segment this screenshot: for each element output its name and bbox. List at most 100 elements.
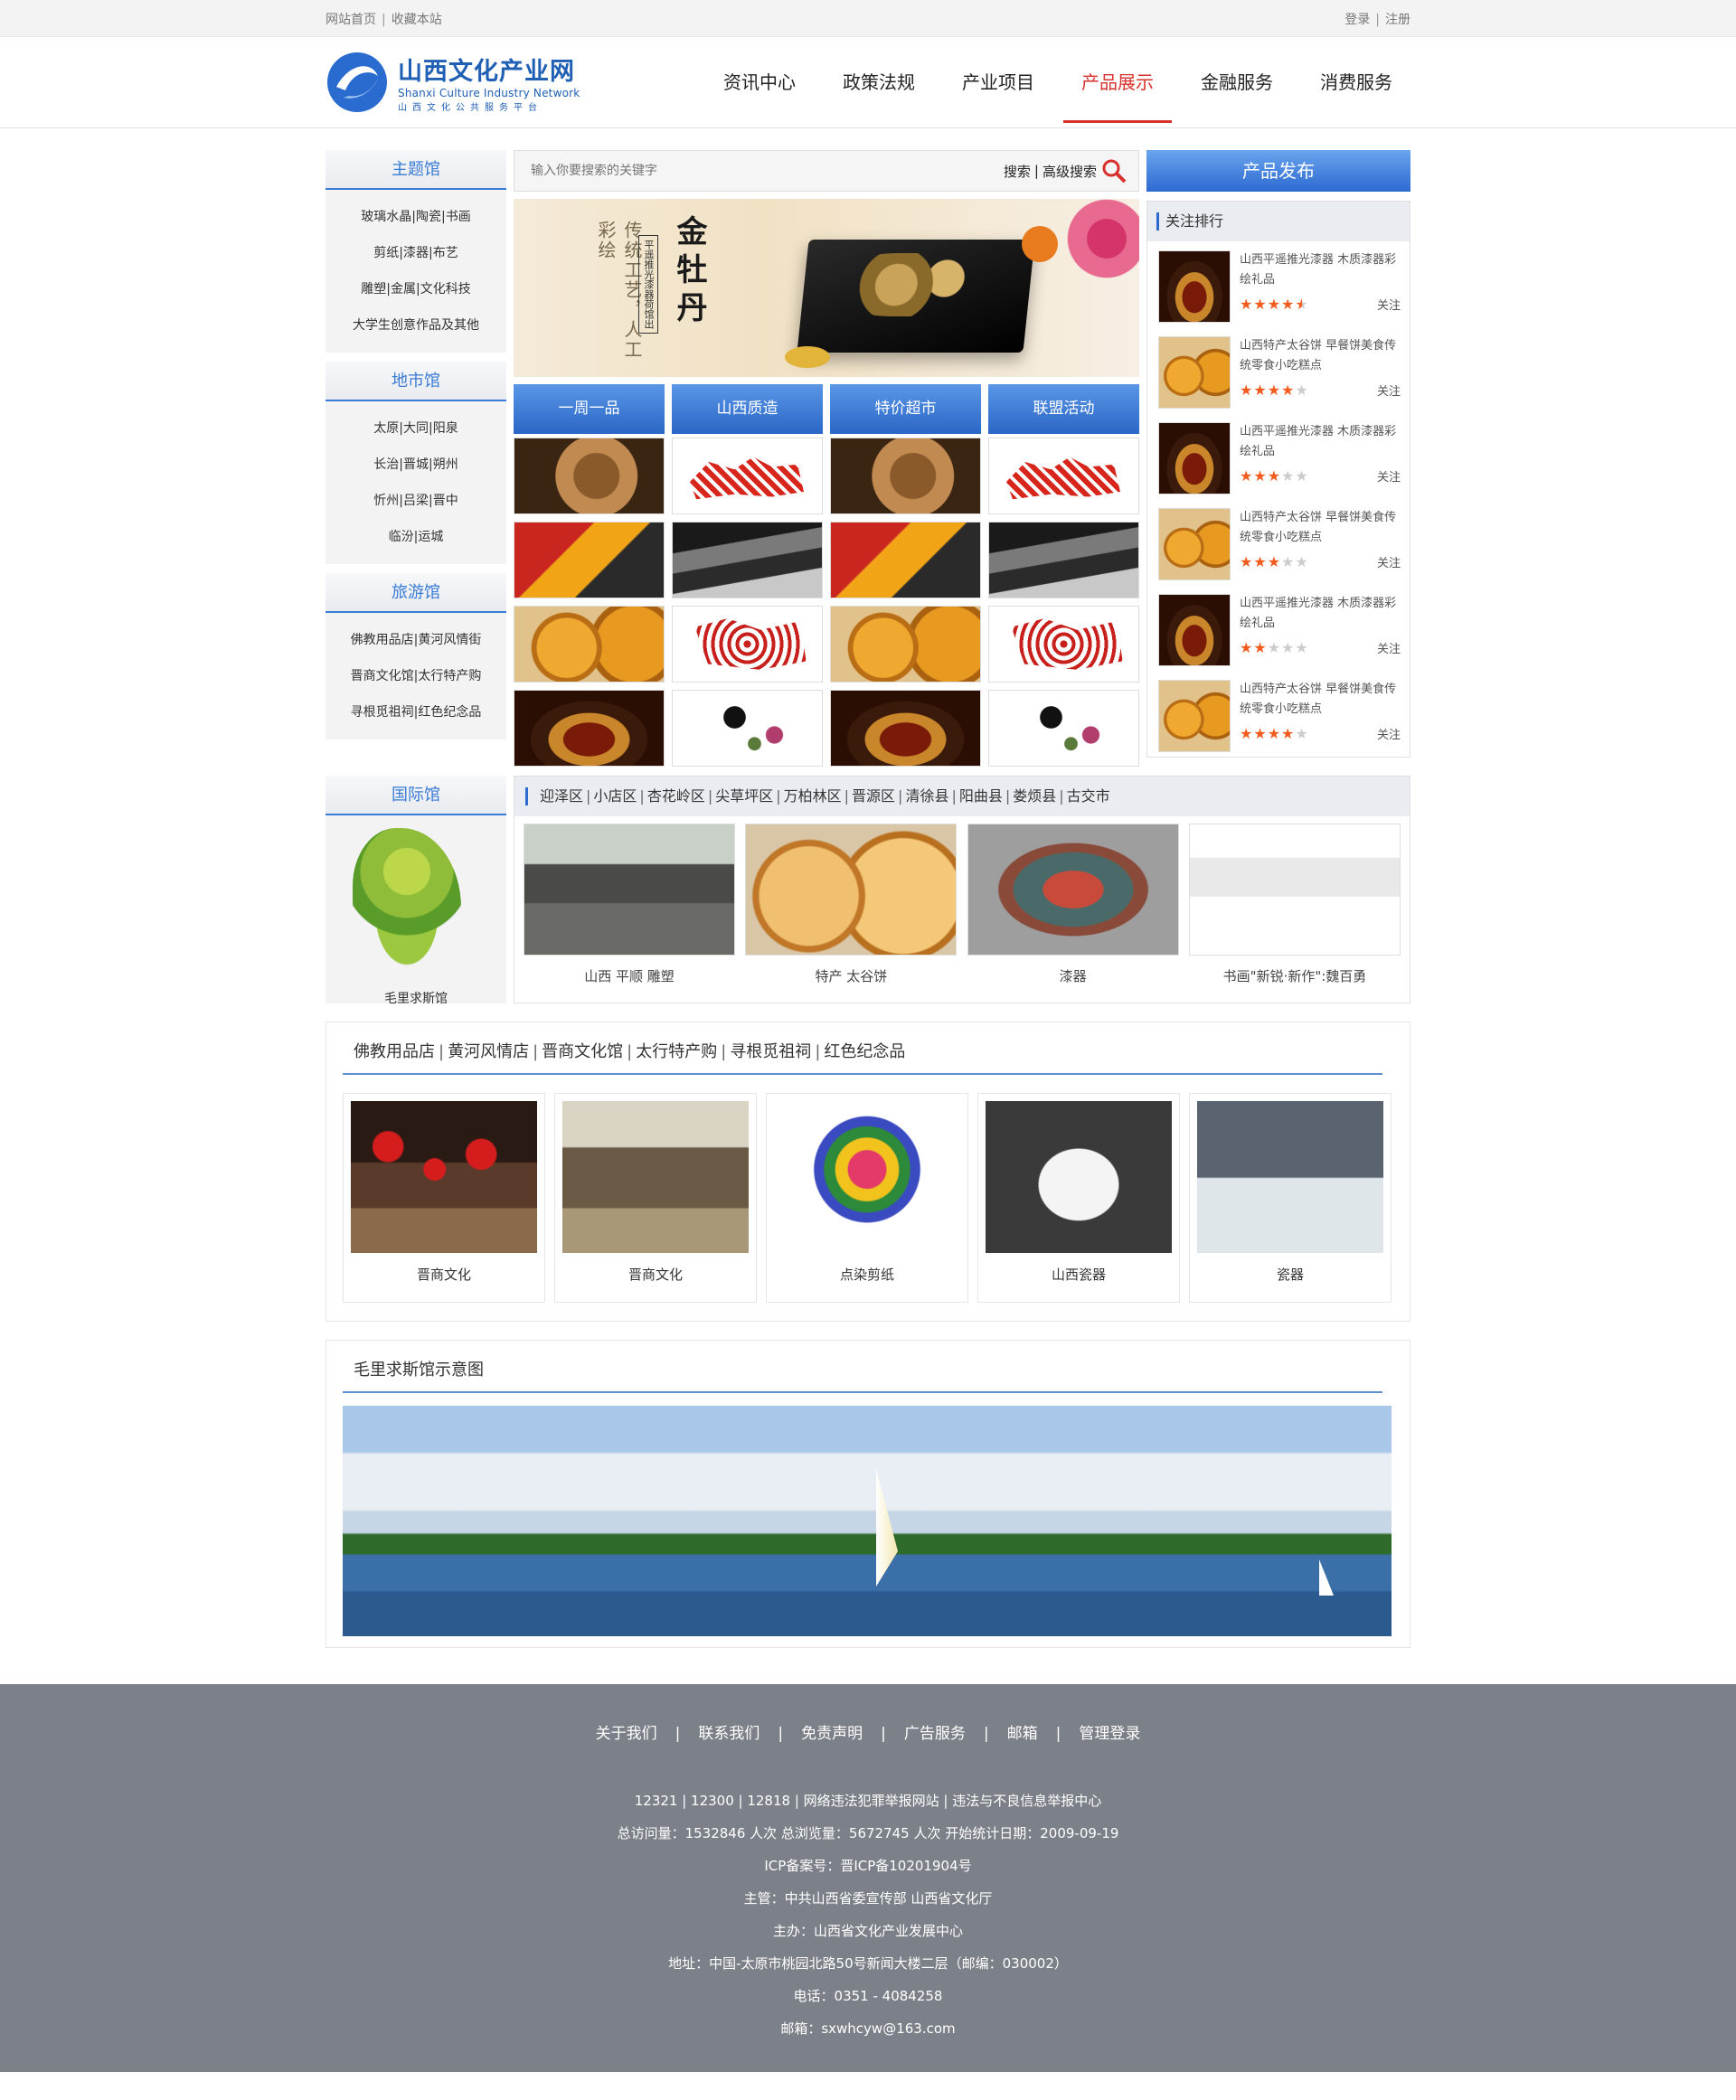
thumb-red-papercut[interactable] <box>988 606 1139 683</box>
ranking-item-name[interactable]: 山西特产太谷饼 早餐饼美食传统零食小吃糕点 <box>1240 508 1401 550</box>
district-product-image[interactable] <box>745 824 958 956</box>
district-link[interactable]: 晋源区 <box>852 787 895 805</box>
site-logo[interactable]: 山西文化产业网 Shanxi Culture Industry Network … <box>326 51 580 114</box>
tour-panel-link[interactable]: 晋商文化馆 <box>542 1042 623 1061</box>
publish-product-button[interactable]: 产品发布 <box>1146 150 1410 192</box>
gallery-item-image[interactable] <box>351 1101 537 1253</box>
city-hall-link[interactable]: 长治|晋城|朔州 <box>326 447 506 483</box>
thumb-taigu-cake[interactable] <box>830 606 981 683</box>
ranking-item-name[interactable]: 山西平遥推光漆器 木质漆器彩绘礼品 <box>1240 594 1401 636</box>
thumb-papercut-ox[interactable] <box>988 438 1139 514</box>
district-product[interactable]: 特产 太谷饼 <box>745 824 958 985</box>
thumb-bw-photo[interactable] <box>672 522 823 598</box>
follow-button[interactable]: 关注 <box>1377 381 1401 399</box>
district-link[interactable]: 娄烦县 <box>1013 787 1056 805</box>
advanced-search-button[interactable]: 高级搜索 <box>1043 162 1097 181</box>
ranking-item-image[interactable] <box>1158 336 1231 409</box>
search-icon[interactable] <box>1100 157 1127 184</box>
tour-panel-link[interactable]: 寻根觅祖祠 <box>730 1042 811 1061</box>
follow-button[interactable]: 关注 <box>1377 296 1401 313</box>
district-link[interactable]: 古交市 <box>1067 787 1110 805</box>
search-button[interactable]: 搜索 <box>1004 162 1031 181</box>
gallery-item-label[interactable]: 瓷器 <box>1197 1253 1383 1296</box>
ranking-item-name[interactable]: 山西特产太谷饼 早餐饼美食传统零食小吃糕点 <box>1240 336 1401 378</box>
ranking-item[interactable]: 山西平遥推光漆器 木质漆器彩绘礼品 ★★★★★ 关注 <box>1147 413 1410 499</box>
thumb-walnut[interactable] <box>830 438 981 514</box>
footer-link[interactable]: 广告服务 <box>904 1725 966 1743</box>
district-product-image[interactable] <box>524 824 735 956</box>
nav-item-1[interactable]: 政策法规 <box>825 42 933 123</box>
mauritius-label[interactable]: 毛里求斯馆 <box>326 989 506 1007</box>
home-link[interactable]: 网站首页 <box>326 13 376 27</box>
thumb-lacquer-bowl[interactable] <box>514 690 665 767</box>
tour-hall-link[interactable]: 佛教用品店|黄河风情街 <box>326 622 506 658</box>
footer-link[interactable]: 联系我们 <box>698 1725 760 1743</box>
thumb-papercut-ox[interactable] <box>672 438 823 514</box>
district-product-image[interactable] <box>1188 824 1401 956</box>
thumb-ink-painting[interactable] <box>988 690 1139 767</box>
ranking-item-image[interactable] <box>1158 680 1231 752</box>
theme-hall-title[interactable]: 主题馆 <box>326 150 506 190</box>
tour-panel-link[interactable]: 太行特产购 <box>636 1042 717 1061</box>
district-link[interactable]: 小店区 <box>593 787 637 805</box>
nav-item-5[interactable]: 消费服务 <box>1302 42 1410 123</box>
nav-item-3[interactable]: 产品展示 <box>1063 42 1172 123</box>
district-product-label[interactable]: 书画"新锐·新作":魏百勇 <box>1189 966 1401 985</box>
footer-link[interactable]: 管理登录 <box>1079 1725 1140 1743</box>
gallery-item-label[interactable]: 山西瓷器 <box>986 1253 1172 1296</box>
gallery-item-label[interactable]: 晋商文化 <box>351 1253 537 1296</box>
footer-link[interactable]: 关于我们 <box>596 1725 657 1743</box>
category-tab[interactable]: 山西质造 <box>672 384 823 434</box>
district-link[interactable]: 迎泽区 <box>540 787 583 805</box>
ranking-item-name[interactable]: 山西平遥推光漆器 木质漆器彩绘礼品 <box>1240 422 1401 464</box>
thumb-red-papercut[interactable] <box>672 606 823 683</box>
login-link[interactable]: 登录 <box>1344 13 1370 27</box>
ranking-item[interactable]: 山西平遥推光漆器 木质漆器彩绘礼品 ★★★★★ 关注 <box>1147 585 1410 671</box>
ranking-item[interactable]: 山西特产太谷饼 早餐饼美食传统零食小吃糕点 ★★★★★ 关注 <box>1147 327 1410 413</box>
category-tab[interactable]: 一周一品 <box>514 384 665 434</box>
follow-button[interactable]: 关注 <box>1377 639 1401 656</box>
category-tab[interactable]: 特价超市 <box>830 384 981 434</box>
footer-link[interactable]: 邮箱 <box>1007 1725 1038 1743</box>
tour-hall-link[interactable]: 晋商文化馆|太行特产购 <box>326 658 506 694</box>
nav-item-4[interactable]: 金融服务 <box>1183 42 1291 123</box>
tour-panel-link[interactable]: 黄河风情店 <box>448 1042 529 1061</box>
theme-hall-link[interactable]: 雕塑|金属|文化科技 <box>326 271 506 307</box>
tour-hall-link[interactable]: 寻根觅祖祠|红色纪念品 <box>326 694 506 730</box>
gallery-item[interactable]: 山西瓷器 <box>977 1093 1180 1303</box>
ranking-item-name[interactable]: 山西特产太谷饼 早餐饼美食传统零食小吃糕点 <box>1240 680 1401 721</box>
follow-button[interactable]: 关注 <box>1377 467 1401 485</box>
district-link[interactable]: 阳曲县 <box>959 787 1003 805</box>
district-product[interactable]: 漆器 <box>967 824 1179 985</box>
mauritius-map[interactable] <box>326 815 506 989</box>
theme-hall-link[interactable]: 大学生创意作品及其他 <box>326 307 506 344</box>
follow-button[interactable]: 关注 <box>1377 725 1401 742</box>
gallery-item-image[interactable] <box>774 1101 960 1253</box>
thumb-taigu-cake[interactable] <box>514 606 665 683</box>
ranking-item-name[interactable]: 山西平遥推光漆器 木质漆器彩绘礼品 <box>1240 250 1401 292</box>
gallery-item[interactable]: 点染剪纸 <box>766 1093 968 1303</box>
tour-panel-link[interactable]: 佛教用品店 <box>354 1042 435 1061</box>
district-product-label[interactable]: 漆器 <box>967 966 1179 985</box>
district-product-label[interactable]: 特产 太谷饼 <box>745 966 957 985</box>
intl-hall-title[interactable]: 国际馆 <box>326 776 506 815</box>
footer-link[interactable]: 免责声明 <box>801 1725 863 1743</box>
gallery-item-label[interactable]: 晋商文化 <box>562 1253 749 1296</box>
ranking-item[interactable]: 山西特产太谷饼 早餐饼美食传统零食小吃糕点 ★★★★★ 关注 <box>1147 499 1410 585</box>
theme-hall-link[interactable]: 剪纸|漆器|布艺 <box>326 235 506 271</box>
district-link[interactable]: 清徐县 <box>905 787 948 805</box>
district-product[interactable]: 山西 平顺 雕塑 <box>524 824 735 985</box>
promo-banner[interactable]: 传统工艺，人工彩绘 平遥推光漆器荷馆出 金牡丹 <box>514 199 1139 377</box>
ranking-item[interactable]: 山西平遥推光漆器 木质漆器彩绘礼品 ★★★★★ 关注 <box>1147 241 1410 327</box>
thumb-cloth-tiger[interactable] <box>830 522 981 598</box>
gallery-item-label[interactable]: 点染剪纸 <box>774 1253 960 1296</box>
bookmark-link[interactable]: 收藏本站 <box>392 13 442 27</box>
ranking-item-image[interactable] <box>1158 508 1231 580</box>
district-link[interactable]: 万柏林区 <box>784 787 842 805</box>
city-hall-title[interactable]: 地市馆 <box>326 362 506 401</box>
tour-panel-link[interactable]: 红色纪念品 <box>824 1042 905 1061</box>
ranking-item-image[interactable] <box>1158 422 1231 494</box>
thumb-cloth-tiger[interactable] <box>514 522 665 598</box>
city-hall-link[interactable]: 忻州|吕梁|晋中 <box>326 483 506 519</box>
gallery-item[interactable]: 晋商文化 <box>343 1093 545 1303</box>
